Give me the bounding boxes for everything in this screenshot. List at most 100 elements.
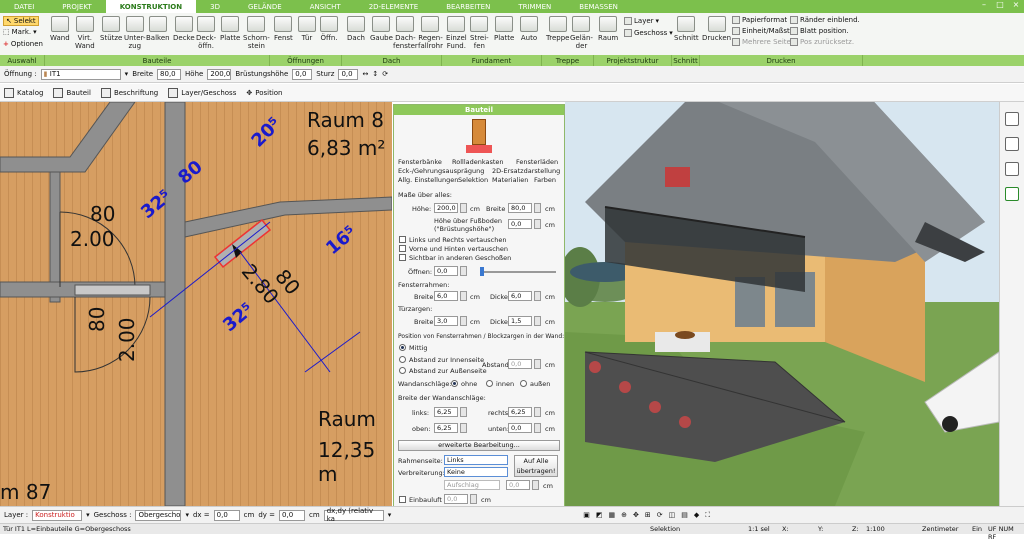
aufschlag-select[interactable]: Aufschlag	[444, 480, 500, 490]
fr-dicke-input[interactable]: 6,0	[508, 291, 532, 301]
chevron-down-icon[interactable]: ▾	[388, 511, 392, 519]
tz-dicke-spinner[interactable]	[534, 316, 541, 326]
rechts-spinner[interactable]	[534, 407, 541, 417]
expand-icon[interactable]	[1005, 162, 1019, 176]
platte-button[interactable]: Platte	[220, 16, 240, 42]
menu-bemassen[interactable]: BEMASSEN	[565, 0, 632, 13]
aufschlag-spinner[interactable]	[532, 480, 539, 490]
menu-2d-elemente[interactable]: 2D-ELEMENTE	[355, 0, 433, 13]
streifen-button[interactable]: Strei-fen	[470, 16, 489, 50]
dachfenster-button[interactable]: Dach-fenster	[393, 16, 418, 50]
mode-select[interactable]: dx,dy (relativ ka	[323, 507, 384, 523]
close-icon[interactable]: ×	[1010, 0, 1022, 9]
rahmenseite-select[interactable]: Links	[444, 455, 508, 465]
balken-button[interactable]: Balken	[146, 16, 170, 42]
erweiterte-bearbeitung-button[interactable]: erweiterte Bearbeitung...	[398, 440, 560, 451]
abstand-spinner[interactable]	[534, 359, 541, 369]
split-view-icon[interactable]: ◫	[669, 511, 676, 520]
plan-view-icon[interactable]: ▤	[681, 511, 688, 520]
menu-konstruktion[interactable]: KONSTRUKTION	[105, 0, 197, 13]
unten-input[interactable]: 0,0	[508, 423, 532, 433]
hoehe-input[interactable]: 200,0	[434, 203, 458, 213]
menu-datei[interactable]: DATEI	[0, 0, 48, 13]
position-button[interactable]: ✥ Position	[246, 89, 282, 97]
wand-aussen-radio[interactable]	[520, 380, 527, 387]
aussenseite-radio[interactable]	[399, 367, 406, 374]
tz-breite-input[interactable]: 3,0	[434, 316, 458, 326]
oeffnung-button[interactable]: Öffn.	[320, 16, 338, 42]
tuer-button[interactable]: Tür	[298, 16, 316, 42]
links-rechts-checkbox[interactable]	[399, 236, 406, 243]
einbauluft-checkbox[interactable]	[399, 496, 406, 503]
oeffnen-slider-handle[interactable]	[480, 267, 484, 276]
oeffnen-spinner[interactable]	[460, 266, 467, 276]
mirror-vertical-icon[interactable]: ↕	[372, 70, 378, 78]
optionen-button[interactable]: + Optionen	[3, 40, 43, 48]
schornstein-button[interactable]: Schorn-stein	[243, 16, 270, 50]
3d-view[interactable]	[565, 102, 999, 506]
layer-geschoss-button[interactable]: Layer/Geschoss	[168, 87, 236, 98]
zoom-icon[interactable]: ⊕	[621, 511, 627, 520]
katalog-button[interactable]: Katalog	[4, 87, 43, 98]
raum-button[interactable]: Raum	[598, 16, 618, 42]
aufschlag-input[interactable]: 0,0	[506, 480, 530, 490]
rechts-input[interactable]: 6,25	[508, 407, 532, 417]
pan-icon[interactable]: ✥	[633, 511, 639, 520]
oeffnen-input[interactable]: 0,0	[434, 266, 458, 276]
minimize-icon[interactable]: –	[978, 0, 990, 9]
links-spinner[interactable]	[460, 407, 467, 417]
snap-icon[interactable]: ▣	[583, 511, 590, 520]
menu-projekt[interactable]: PROJEKT	[48, 0, 105, 13]
fussboden-spinner[interactable]	[534, 219, 541, 229]
dach-button[interactable]: Dach	[347, 16, 365, 42]
oben-spinner[interactable]	[460, 423, 467, 433]
gelaender-button[interactable]: Gelän-der	[570, 16, 593, 50]
breite-input[interactable]: 80,0	[508, 203, 532, 213]
menu-ansicht[interactable]: ANSICHT	[296, 0, 355, 13]
fullscreen-icon[interactable]: ⛶	[705, 511, 710, 520]
pos-zuruecksetzen-button[interactable]: Pos zurücksetz.	[790, 38, 854, 46]
papierformat-button[interactable]: Papierformat	[732, 16, 787, 24]
tab-rollladenkasten[interactable]: Rollladenkasten	[452, 158, 504, 166]
tab-eck-gehrung[interactable]: Eck-/Gehrungsausprägung	[398, 167, 484, 175]
menu-bearbeiten[interactable]: BEARBEITEN	[432, 0, 504, 13]
chevron-down-icon[interactable]: ▾	[125, 70, 129, 78]
tab-materialien[interactable]: Materialien	[492, 176, 528, 184]
3d-view-icon[interactable]: ◆	[694, 511, 699, 520]
einbauluft-input[interactable]: 0,0	[444, 494, 468, 504]
chevron-down-icon[interactable]: ▾	[185, 511, 189, 519]
regenfallrohr-button[interactable]: Regen-fallrohr	[418, 16, 443, 50]
selekt-button[interactable]: ↖ Selekt	[3, 16, 39, 26]
grid-icon[interactable]: ▦	[608, 511, 615, 520]
mirror-horizontal-icon[interactable]: ↔	[362, 70, 368, 78]
tab-fensterlaeden[interactable]: Fensterläden	[516, 158, 558, 166]
bruestungshoehe-input[interactable]: 0,0	[292, 68, 313, 80]
mark-button[interactable]: ⬚ Mark. ▾	[3, 28, 37, 36]
deckoeffn-button[interactable]: Deck-öffn.	[196, 16, 216, 50]
fund-platte-button[interactable]: Platte	[494, 16, 514, 42]
ortho-icon[interactable]: ◩	[596, 511, 603, 520]
tree-icon[interactable]	[1005, 187, 1019, 201]
tab-selektion[interactable]: Selektion	[458, 176, 488, 184]
decke-button[interactable]: Decke	[173, 16, 195, 42]
tab-fensterbaenke[interactable]: Fensterbänke	[398, 158, 442, 166]
wand-ohne-radio[interactable]	[451, 380, 458, 387]
stuetze-button[interactable]: Stütze	[100, 16, 122, 42]
mehrere-seiten-button[interactable]: Mehrere Seiten	[732, 38, 795, 46]
auto-button[interactable]: Auto	[520, 16, 538, 42]
layers-3d-icon[interactable]	[1005, 112, 1019, 126]
geschoss-dropdown[interactable]: Geschoss ▾	[624, 29, 673, 37]
verbreiterung-select[interactable]: Keine	[444, 467, 508, 477]
tab-allg-einstellungen[interactable]: Allg. Einstellungen	[398, 176, 458, 184]
floor-plan-view[interactable]: Raum 8 6,83 m² Raum 12,35 m m 87 80 2.00…	[0, 102, 392, 506]
rotate-view-icon[interactable]: ⟳	[657, 511, 663, 520]
dy-input[interactable]: 0,0	[279, 509, 306, 521]
menu-3d[interactable]: 3D	[196, 0, 234, 13]
layer-dropdown[interactable]: Layer ▾	[624, 17, 659, 25]
raender-button[interactable]: Ränder einblend.	[790, 16, 860, 24]
wand-button[interactable]: Wand	[50, 16, 70, 42]
rotate-icon[interactable]: ⟳	[382, 70, 388, 78]
hoehe-spinner[interactable]	[460, 203, 467, 213]
virt-wand-button[interactable]: Virt. Wand	[75, 16, 95, 50]
layer-select[interactable]: Konstruktio	[32, 509, 83, 521]
